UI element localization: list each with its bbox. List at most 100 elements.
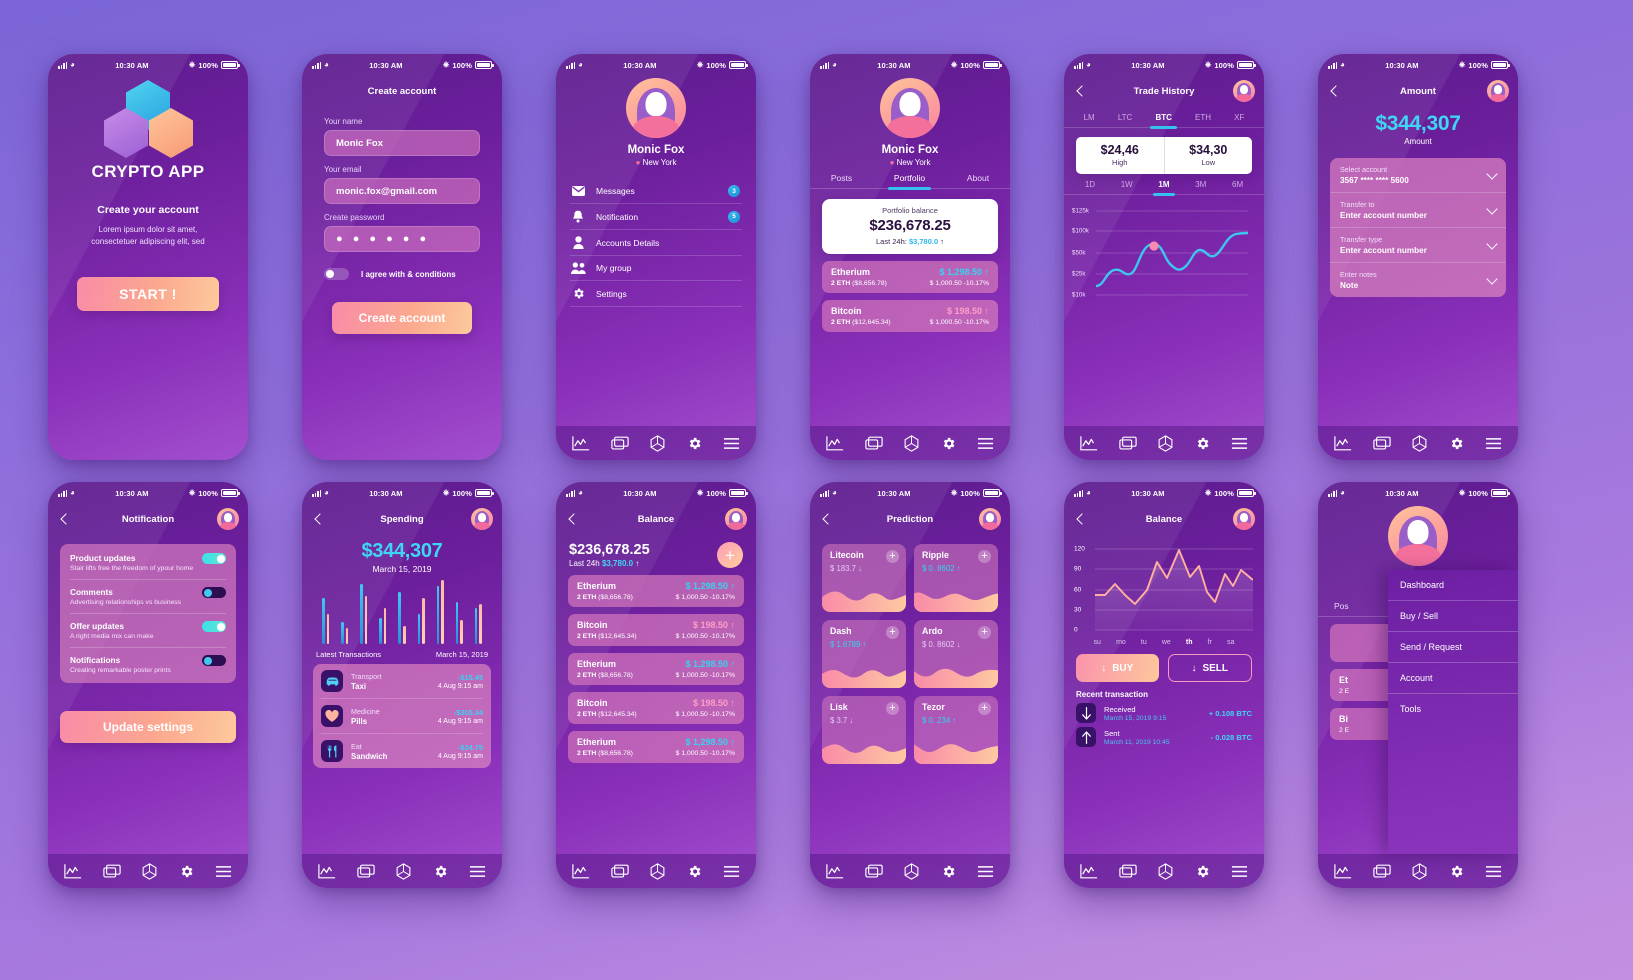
plus-icon[interactable]: + [886, 702, 899, 715]
gear-icon[interactable] [433, 864, 448, 879]
drawer-item-buy-sell[interactable]: Buy / Sell [1388, 601, 1518, 632]
gear-icon[interactable] [179, 864, 194, 879]
chart-line-icon[interactable] [1334, 435, 1352, 451]
drawer-item-account[interactable]: Account [1388, 663, 1518, 694]
hamburger-menu-icon[interactable] [1485, 865, 1502, 878]
gear-icon[interactable] [941, 436, 956, 451]
coin-row[interactable]: Bitcoin $ 198.50 ↑ 2 ETH ($12,645.34) $ 1,… [822, 300, 998, 332]
chart-line-icon[interactable] [572, 863, 590, 879]
avatar[interactable] [979, 508, 1001, 530]
tab-portfolio[interactable]: Portfolio [887, 173, 932, 190]
tab-lm[interactable]: LM [1084, 113, 1095, 127]
avatar[interactable] [471, 508, 493, 530]
email-field[interactable]: monic.fox@gmail.com [324, 178, 480, 204]
plus-icon[interactable]: + [886, 550, 899, 563]
hamburger-menu-icon[interactable] [977, 865, 994, 878]
hexagon-cube-icon[interactable] [1411, 862, 1428, 880]
tab-posts[interactable]: Posts [831, 173, 852, 188]
plus-icon[interactable]: + [886, 626, 899, 639]
chart-line-icon[interactable] [1080, 435, 1098, 451]
chart-line-icon[interactable] [318, 863, 336, 879]
drawer-item-send-request[interactable]: Send / Request [1388, 632, 1518, 663]
menu-item-notification[interactable]: Notification 5 [570, 204, 742, 230]
toggle-product-updates[interactable] [202, 553, 226, 564]
coin-row[interactable]: Etherium $ 1,298.50 ↑ 2 ETH ($8,656.78) $ … [568, 575, 744, 607]
hamburger-menu-icon[interactable] [1485, 437, 1502, 450]
plus-icon[interactable]: + [978, 550, 991, 563]
gear-icon[interactable] [1195, 436, 1210, 451]
prediction-card[interactable]: Ardo $ 0. 8602 ↓ + [914, 620, 998, 688]
hexagon-cube-icon[interactable] [1157, 862, 1174, 880]
prediction-card[interactable]: Litecoin $ 183.7 ↓ + [822, 544, 906, 612]
coin-row[interactable]: Bitcoin $ 198.50 ↑ 2 ETH ($12,645.34) $ 1,… [568, 692, 744, 724]
transaction-row[interactable]: Medicine Pills -$305.34 4 Aug 9:15 am [321, 699, 483, 734]
hamburger-menu-icon[interactable] [1231, 437, 1248, 450]
back-button[interactable] [1075, 513, 1087, 525]
tab-btc[interactable]: BTC [1150, 113, 1178, 129]
cards-layers-icon[interactable] [1119, 864, 1137, 879]
avatar[interactable] [217, 508, 239, 530]
tab-1w[interactable]: 1W [1121, 180, 1133, 194]
buy-button[interactable]: ↓ BUY [1076, 654, 1159, 682]
prediction-card[interactable]: Dash $ 1.6789 ↑ + [822, 620, 906, 688]
toggle-offer-updates[interactable] [202, 621, 226, 632]
cards-layers-icon[interactable] [865, 436, 883, 451]
transfer-to-row[interactable]: Transfer to Enter account number [1330, 193, 1506, 228]
cards-layers-icon[interactable] [1373, 864, 1391, 879]
chart-line-icon[interactable] [826, 863, 844, 879]
tab-6m[interactable]: 6M [1232, 180, 1243, 194]
cards-layers-icon[interactable] [611, 436, 629, 451]
cards-layers-icon[interactable] [1119, 436, 1137, 451]
chart-line-icon[interactable] [64, 863, 82, 879]
recent-transaction-row[interactable]: Received March 15, 2019 9:15 + 0.108 BTC [1064, 699, 1264, 723]
chart-line-icon[interactable] [826, 435, 844, 451]
back-button[interactable] [1329, 85, 1341, 97]
prediction-card[interactable]: Tezor $ 0. 234 ↑ + [914, 696, 998, 764]
hamburger-menu-icon[interactable] [215, 865, 232, 878]
drawer-item-dashboard[interactable]: Dashboard [1388, 570, 1518, 601]
hexagon-cube-icon[interactable] [395, 862, 412, 880]
hexagon-cube-icon[interactable] [141, 862, 158, 880]
cards-layers-icon[interactable] [611, 864, 629, 879]
menu-item-accounts-details[interactable]: Accounts Details [570, 230, 742, 256]
plus-icon[interactable]: + [978, 626, 991, 639]
coin-row[interactable]: Etherium $ 1,298.50 ↑ 2 ETH ($8,656.78) $ … [568, 653, 744, 685]
select-account-row[interactable]: Select account 3567 **** **** 5600 [1330, 158, 1506, 193]
menu-item-my-group[interactable]: My group [570, 256, 742, 281]
tab-3m[interactable]: 3M [1195, 180, 1206, 194]
hamburger-menu-icon[interactable] [723, 865, 740, 878]
transaction-row[interactable]: Eat Sandwich -$34.75 4 Aug 9:15 am [321, 734, 483, 768]
enter-notes-row[interactable]: Enter notes Note [1330, 263, 1506, 297]
back-button[interactable] [59, 513, 71, 525]
coin-row[interactable]: Etherium $ 1,298.50 ↑ 2 ETH ($8,656.78) $ … [568, 731, 744, 763]
hamburger-menu-icon[interactable] [1231, 865, 1248, 878]
coin-row[interactable]: Bitcoin $ 198.50 ↑ 2 ETH ($12,645.34) $ 1,… [568, 614, 744, 646]
hexagon-cube-icon[interactable] [903, 434, 920, 452]
hamburger-menu-icon[interactable] [977, 437, 994, 450]
tab-eth[interactable]: ETH [1195, 113, 1211, 127]
tab-1d[interactable]: 1D [1085, 180, 1095, 194]
hexagon-cube-icon[interactable] [1157, 434, 1174, 452]
gear-icon[interactable] [1195, 864, 1210, 879]
chart-line-icon[interactable] [572, 435, 590, 451]
hamburger-menu-icon[interactable] [723, 437, 740, 450]
coin-row[interactable]: Etherium $ 1,298.50 ↑ 2 ETH ($8,656.78) $ … [822, 261, 998, 293]
gear-icon[interactable] [687, 864, 702, 879]
password-field[interactable]: ● ● ● ● ● ● [324, 226, 480, 252]
agree-toggle[interactable] [324, 268, 349, 280]
transaction-row[interactable]: Transport Taxi -$15.45 4 Aug 9:15 am [321, 664, 483, 699]
cards-layers-icon[interactable] [1373, 436, 1391, 451]
tab-xf[interactable]: XF [1234, 113, 1244, 127]
gear-icon[interactable] [687, 436, 702, 451]
gear-icon[interactable] [1449, 864, 1464, 879]
chart-line-icon[interactable] [1334, 863, 1352, 879]
prediction-card[interactable]: Lisk $ 3.7 ↓ + [822, 696, 906, 764]
toggle-comments[interactable] [202, 587, 226, 598]
avatar[interactable] [1487, 80, 1509, 102]
back-button[interactable] [1075, 85, 1087, 97]
prediction-card[interactable]: Ripple $ 0. 8602 ↑ + [914, 544, 998, 612]
avatar[interactable] [1233, 508, 1255, 530]
hexagon-cube-icon[interactable] [903, 862, 920, 880]
recent-transaction-row[interactable]: Sent March 11, 2019 10:45 - 0.028 BTC [1064, 723, 1264, 747]
hamburger-menu-icon[interactable] [469, 865, 486, 878]
